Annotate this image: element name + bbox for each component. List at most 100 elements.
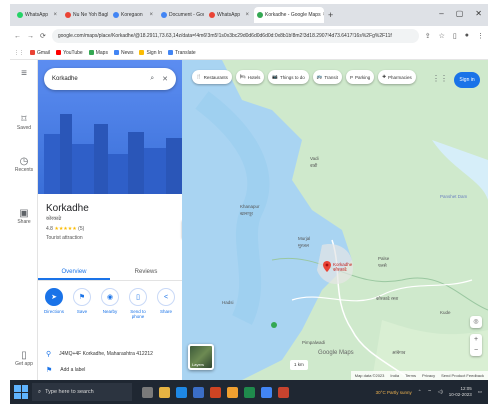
map-label[interactable]: खानापूर [240,211,253,217]
word-icon[interactable] [193,386,204,398]
rating[interactable]: 4.8 ★★★★★ (5) [46,226,84,232]
sidebar-icon[interactable]: ▯ [453,32,457,40]
maximize-button[interactable]: ▢ [456,9,464,18]
menu-dots-icon[interactable]: ⋮ [477,32,484,40]
my-location-icon[interactable]: ◎ [470,316,482,328]
layers-button[interactable]: Layers [188,344,214,370]
network-icon[interactable]: ⌔ [428,389,432,395]
category-chip[interactable]: 🛏 Hotels [235,70,265,84]
browser-tab[interactable]: Nu Ne Yoh Baghi× [62,7,108,23]
menu-button[interactable]: ≡ [10,68,38,79]
browser-tab[interactable]: WhatsApp × [14,7,60,23]
map-label[interactable]: Kude [440,310,451,315]
attribution-link[interactable]: Terms [405,373,416,378]
map-canvas[interactable]: 🍴 Restaurants 🛏 Hotels 📷 Things to do 🚌 Transit… [182,60,488,380]
map-label[interactable]: Murjal [298,236,310,241]
location-pin-icon[interactable] [323,261,331,272]
map-label[interactable]: Hadsi [222,300,234,305]
category-chip[interactable]: P Parking [345,70,375,84]
map-label[interactable]: Palse [378,256,389,261]
back-icon[interactable]: ← [14,33,21,40]
address-row[interactable]: ⚲ J4MQ+4F Korkadhe, Maharashtra 412212 [46,350,180,358]
save-button[interactable]: ⚑ Save [70,288,94,319]
close-tab-icon[interactable]: × [149,12,153,18]
office-icon[interactable] [210,386,221,398]
map-label[interactable]: Khanapur [240,204,260,209]
clock[interactable]: 12:05 10-02-2023 [449,386,472,398]
label-row[interactable]: ⚑ Add a label [46,366,180,374]
bookmark-item[interactable]: Translate [168,50,196,56]
new-tab-button[interactable]: + [328,10,333,20]
close-tab-icon[interactable]: × [53,12,57,18]
volume-icon[interactable]: ◁) [438,389,443,395]
map-label[interactable]: आंबेगाव [392,350,405,356]
weather-widget[interactable]: 30°C Partly sunny [376,390,412,395]
browser-tab[interactable]: Koregaon × [110,7,156,23]
bookmark-item[interactable]: YouTube [56,50,83,56]
edge-icon[interactable] [176,386,187,398]
map-label[interactable]: Panshet Dam [440,194,467,199]
attribution-link[interactable]: India [390,373,399,378]
attribution-link[interactable]: Privacy [422,373,435,378]
category-chip[interactable]: 📷 Things to do [268,70,309,84]
bookmark-item[interactable]: News [113,50,133,56]
star-icon[interactable]: ☆ [439,32,445,40]
map-label[interactable]: पलसे [378,263,387,269]
share-page-icon[interactable]: ⇪ [425,32,431,40]
close-tab-icon[interactable]: × [323,12,324,18]
windows-start-icon[interactable] [14,385,28,399]
vlc-icon[interactable] [227,386,238,398]
category-chip[interactable]: ✚ Pharmacies [378,70,416,84]
browser-tab[interactable]: Korkadhe - Google Maps× [254,7,324,23]
close-tab-icon[interactable]: × [245,12,249,18]
sign-in-button[interactable]: Sign in [454,72,480,88]
reload-icon[interactable]: ⟳ [40,32,46,40]
powerpoint-icon[interactable] [278,386,289,398]
bookmark-item[interactable]: Maps [88,50,108,56]
chrome-icon[interactable] [261,386,272,398]
url-field[interactable]: google.com/maps/place/Korkadhe/@18.2911,… [51,29,419,43]
forward-icon[interactable]: → [27,33,34,40]
rail-item-saved[interactable]: ⌑ Saved [10,114,38,131]
notifications-icon[interactable]: ▭ [478,389,482,395]
nearby-button[interactable]: ◉ Nearby [98,288,122,319]
apps-icon[interactable]: ⋮⋮ [14,50,24,56]
bookmark-item[interactable]: Gmail [30,50,50,56]
attribution-link[interactable]: Send Product Feedback [441,373,484,378]
map-label[interactable]: Pimpalwadi [302,340,325,345]
share-button[interactable]: < Share [154,288,178,319]
rail-item-recents[interactable]: ◷ Recents [10,156,38,173]
apps-grid-icon[interactable]: ⋮⋮ [432,74,448,83]
zoom-out-button[interactable]: − [470,345,482,356]
scale-bar[interactable]: 1 km [290,360,308,370]
map-label[interactable]: मुरजल [298,243,309,249]
tab-reviews[interactable]: Reviews [110,265,182,280]
rail-item-get-app[interactable]: ▯ Get app [10,350,38,367]
search-input[interactable]: Korkadhe ⌕ ✕ [44,68,176,90]
pin-label[interactable]: Korkadhe कोरकाढे [333,262,352,272]
file-explorer-icon[interactable] [159,386,170,398]
profile-icon[interactable]: ● [465,32,469,40]
rail-item-share[interactable]: ▣ Share [10,208,38,225]
minimize-button[interactable]: – [439,9,443,18]
map-label[interactable]: Vadi [310,156,319,161]
map-label[interactable]: वाडी [310,163,317,169]
map-label[interactable]: कोरकाढे रस्ता [376,296,398,302]
excel-icon[interactable] [244,386,255,398]
directions-button[interactable]: ➤ Directions [42,288,66,319]
browser-tab[interactable]: Document - Google× [158,7,204,23]
category-chip[interactable]: 🍴 Restaurants [192,70,232,84]
send-to-phone-button[interactable]: ▯ Send to phone [126,288,150,319]
clear-search-icon[interactable]: ✕ [162,75,168,83]
tab-overview[interactable]: Overview [38,265,110,280]
tab-favicon-icon [113,12,119,18]
browser-tab[interactable]: WhatsApp × [206,7,252,23]
task-view-icon[interactable] [142,386,153,398]
tray-arrow-icon[interactable]: ⌃ [418,389,422,395]
zoom-in-button[interactable]: + [470,334,482,345]
close-window-button[interactable]: ✕ [475,9,482,18]
category-chip[interactable]: 🚌 Transit [312,70,342,84]
bookmark-item[interactable]: Sign In [139,50,162,56]
taskbar-search[interactable]: ⌕ Type here to search [32,383,132,401]
search-icon[interactable]: ⌕ [150,75,154,83]
